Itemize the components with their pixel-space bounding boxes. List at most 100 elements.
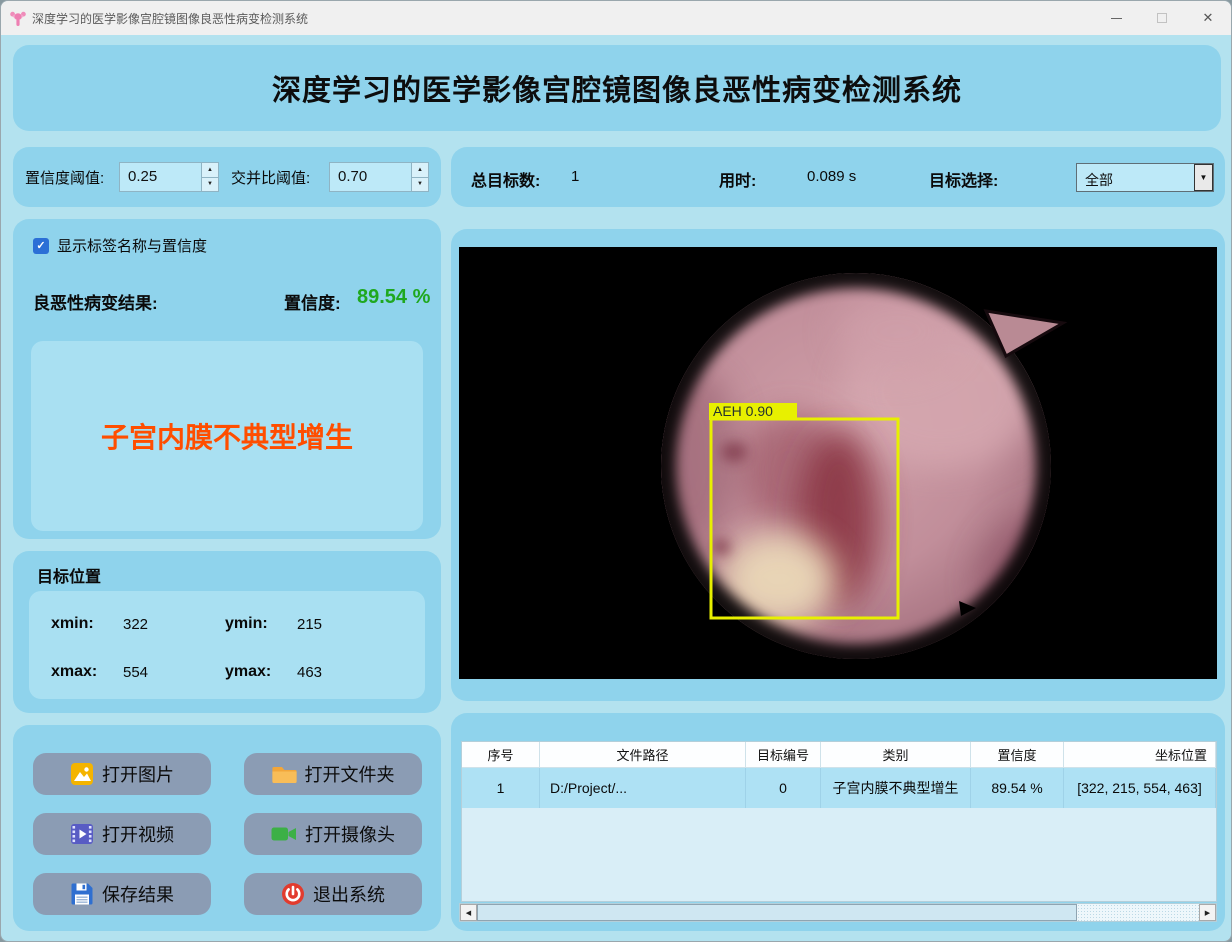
lesion-result-label: 良恶性病变结果:: [33, 289, 158, 314]
iou-threshold-input[interactable]: 0.70 ▲ ▼: [329, 162, 429, 192]
confidence-value: 89.54 %: [357, 286, 430, 309]
spin-down-button[interactable]: ▼: [202, 178, 218, 192]
show-labels-checkbox-label: 显示标签名称与置信度: [57, 235, 207, 256]
folder-icon: [272, 762, 297, 786]
cell-index: 1: [462, 768, 540, 808]
target-position-title: 目标位置: [37, 563, 101, 587]
open-camera-button[interactable]: 打开摄像头: [244, 813, 422, 855]
power-icon: [281, 882, 305, 906]
detection-result-panel: ✓ 显示标签名称与置信度 良恶性病变结果: 置信度: 89.54 % 子宫内膜不…: [13, 219, 441, 539]
hysteroscopy-image: AEH 0.90: [459, 247, 1217, 679]
minimize-button[interactable]: [1093, 1, 1139, 35]
xmin-value: 322: [123, 616, 148, 633]
ymin-label: ymin:: [225, 615, 268, 633]
xmin-label: xmin:: [51, 615, 94, 633]
exit-system-label: 退出系统: [313, 881, 385, 907]
spin-down-icon: ▼: [417, 181, 423, 187]
chevron-down-icon: ▼: [1200, 173, 1208, 182]
minimize-icon: [1111, 18, 1122, 19]
cell-file-path: D:/Project/...: [540, 768, 746, 808]
show-labels-checkbox-row[interactable]: ✓ 显示标签名称与置信度: [33, 235, 207, 256]
column-header[interactable]: 序号: [462, 742, 540, 768]
exit-system-button[interactable]: 退出系统: [244, 873, 422, 915]
open-folder-label: 打开文件夹: [305, 761, 395, 787]
endoscope-image[interactable]: AEH 0.90: [459, 247, 1217, 679]
header-banner: 深度学习的医学影像宫腔镜图像良恶性病变检测系统: [13, 45, 1221, 131]
spin-up-icon: ▲: [417, 167, 423, 173]
xmax-value: 554: [123, 664, 148, 681]
scrollbar-thumb[interactable]: [477, 904, 1077, 921]
threshold-controls-panel: 置信度阈值: 0.25 ▲ ▼ 交并比阈值: 0.70 ▲ ▼: [13, 147, 441, 207]
save-result-label: 保存结果: [102, 881, 174, 907]
window-controls: ✕: [1093, 1, 1231, 35]
iou-spin-buttons: ▲ ▼: [411, 163, 428, 191]
elapsed-time-value: 0.089 s: [807, 168, 856, 185]
iou-threshold-value: 0.70: [330, 163, 411, 191]
results-table: 序号 文件路径 目标编号 类别 置信度 坐标位置 1 D:/Project/..…: [461, 741, 1217, 902]
close-button[interactable]: ✕: [1185, 1, 1231, 35]
spin-down-icon: ▼: [207, 181, 213, 187]
results-table-panel: 序号 文件路径 目标编号 类别 置信度 坐标位置 1 D:/Project/..…: [451, 713, 1225, 931]
table-header-row: 序号 文件路径 目标编号 类别 置信度 坐标位置: [462, 742, 1216, 768]
spin-up-button[interactable]: ▲: [412, 163, 428, 178]
tool-buttons-panel: 打开图片 打开文件夹 打开视频 打开摄像: [13, 725, 441, 931]
maximize-button[interactable]: [1139, 1, 1185, 35]
confidence-threshold-label: 置信度阈值:: [25, 167, 104, 188]
total-targets-value: 1: [571, 168, 579, 185]
lesion-result-text: 子宫内膜不典型增生: [101, 416, 353, 456]
title-bar: 深度学习的医学影像宫腔镜图像良恶性病变检测系统 ✕: [1, 1, 1231, 35]
check-icon: ✓: [36, 239, 45, 252]
app-window: 深度学习的医学影像宫腔镜图像良恶性病变检测系统 ✕ 深度学习的医学影像宫腔镜图像…: [0, 0, 1232, 942]
scroll-left-button[interactable]: ◀: [460, 904, 477, 921]
save-result-button[interactable]: 保存结果: [33, 873, 211, 915]
iou-threshold-label: 交并比阈值:: [231, 167, 310, 188]
bbox-label: AEH 0.90: [713, 403, 773, 419]
cell-category: 子宫内膜不典型增生: [821, 768, 971, 808]
video-icon: [70, 822, 94, 846]
close-icon: ✕: [1203, 10, 1214, 26]
scrollbar-track[interactable]: [477, 904, 1199, 921]
target-position-panel: 目标位置 xmin: 322 ymin: 215 xmax: 554 ymax:…: [13, 551, 441, 713]
open-image-label: 打开图片: [102, 761, 174, 787]
image-viewer-panel: AEH 0.90: [451, 229, 1225, 701]
column-header[interactable]: 文件路径: [540, 742, 746, 768]
page-title: 深度学习的医学影像宫腔镜图像良恶性病变检测系统: [272, 67, 962, 109]
ymin-value: 215: [297, 616, 322, 633]
ymax-value: 463: [297, 664, 322, 681]
open-video-label: 打开视频: [102, 821, 174, 847]
save-icon: [70, 882, 94, 906]
spin-up-icon: ▲: [207, 167, 213, 173]
camera-icon: [271, 822, 297, 846]
cell-coordinates: [322, 215, 554, 463]: [1064, 768, 1216, 808]
scroll-left-icon: ◀: [466, 909, 471, 917]
column-header[interactable]: 类别: [821, 742, 971, 768]
open-image-button[interactable]: 打开图片: [33, 753, 211, 795]
ymax-label: ymax:: [225, 663, 271, 681]
elapsed-time-label: 用时:: [719, 167, 756, 191]
total-targets-label: 总目标数:: [471, 167, 540, 191]
horizontal-scrollbar[interactable]: ◀ ▶: [459, 903, 1217, 922]
cell-target-id: 0: [746, 768, 821, 808]
xmax-label: xmax:: [51, 663, 97, 681]
column-header[interactable]: 置信度: [971, 742, 1064, 768]
target-position-box: xmin: 322 ymin: 215 xmax: 554 ymax: 463: [29, 591, 425, 699]
column-header[interactable]: 坐标位置: [1064, 742, 1216, 768]
open-camera-label: 打开摄像头: [305, 821, 395, 847]
open-folder-button[interactable]: 打开文件夹: [244, 753, 422, 795]
confidence-threshold-value: 0.25: [120, 163, 201, 191]
confidence-threshold-input[interactable]: 0.25 ▲ ▼: [119, 162, 219, 192]
column-header[interactable]: 目标编号: [746, 742, 821, 768]
window-title: 深度学习的医学影像宫腔镜图像良恶性病变检测系统: [32, 10, 308, 27]
spin-up-button[interactable]: ▲: [202, 163, 218, 178]
result-display-box: 子宫内膜不典型增生: [31, 341, 423, 531]
checkbox-checked-icon[interactable]: ✓: [33, 238, 49, 254]
dropdown-button[interactable]: ▼: [1194, 164, 1213, 191]
target-select-dropdown[interactable]: 全部 ▼: [1076, 163, 1214, 192]
scroll-right-icon: ▶: [1205, 909, 1210, 917]
table-row[interactable]: 1 D:/Project/... 0 子宫内膜不典型增生 89.54 % [32…: [462, 768, 1216, 808]
scroll-right-button[interactable]: ▶: [1199, 904, 1216, 921]
spin-down-button[interactable]: ▼: [412, 178, 428, 192]
app-uterus-icon: [10, 9, 26, 28]
image-icon: [70, 762, 94, 786]
open-video-button[interactable]: 打开视频: [33, 813, 211, 855]
